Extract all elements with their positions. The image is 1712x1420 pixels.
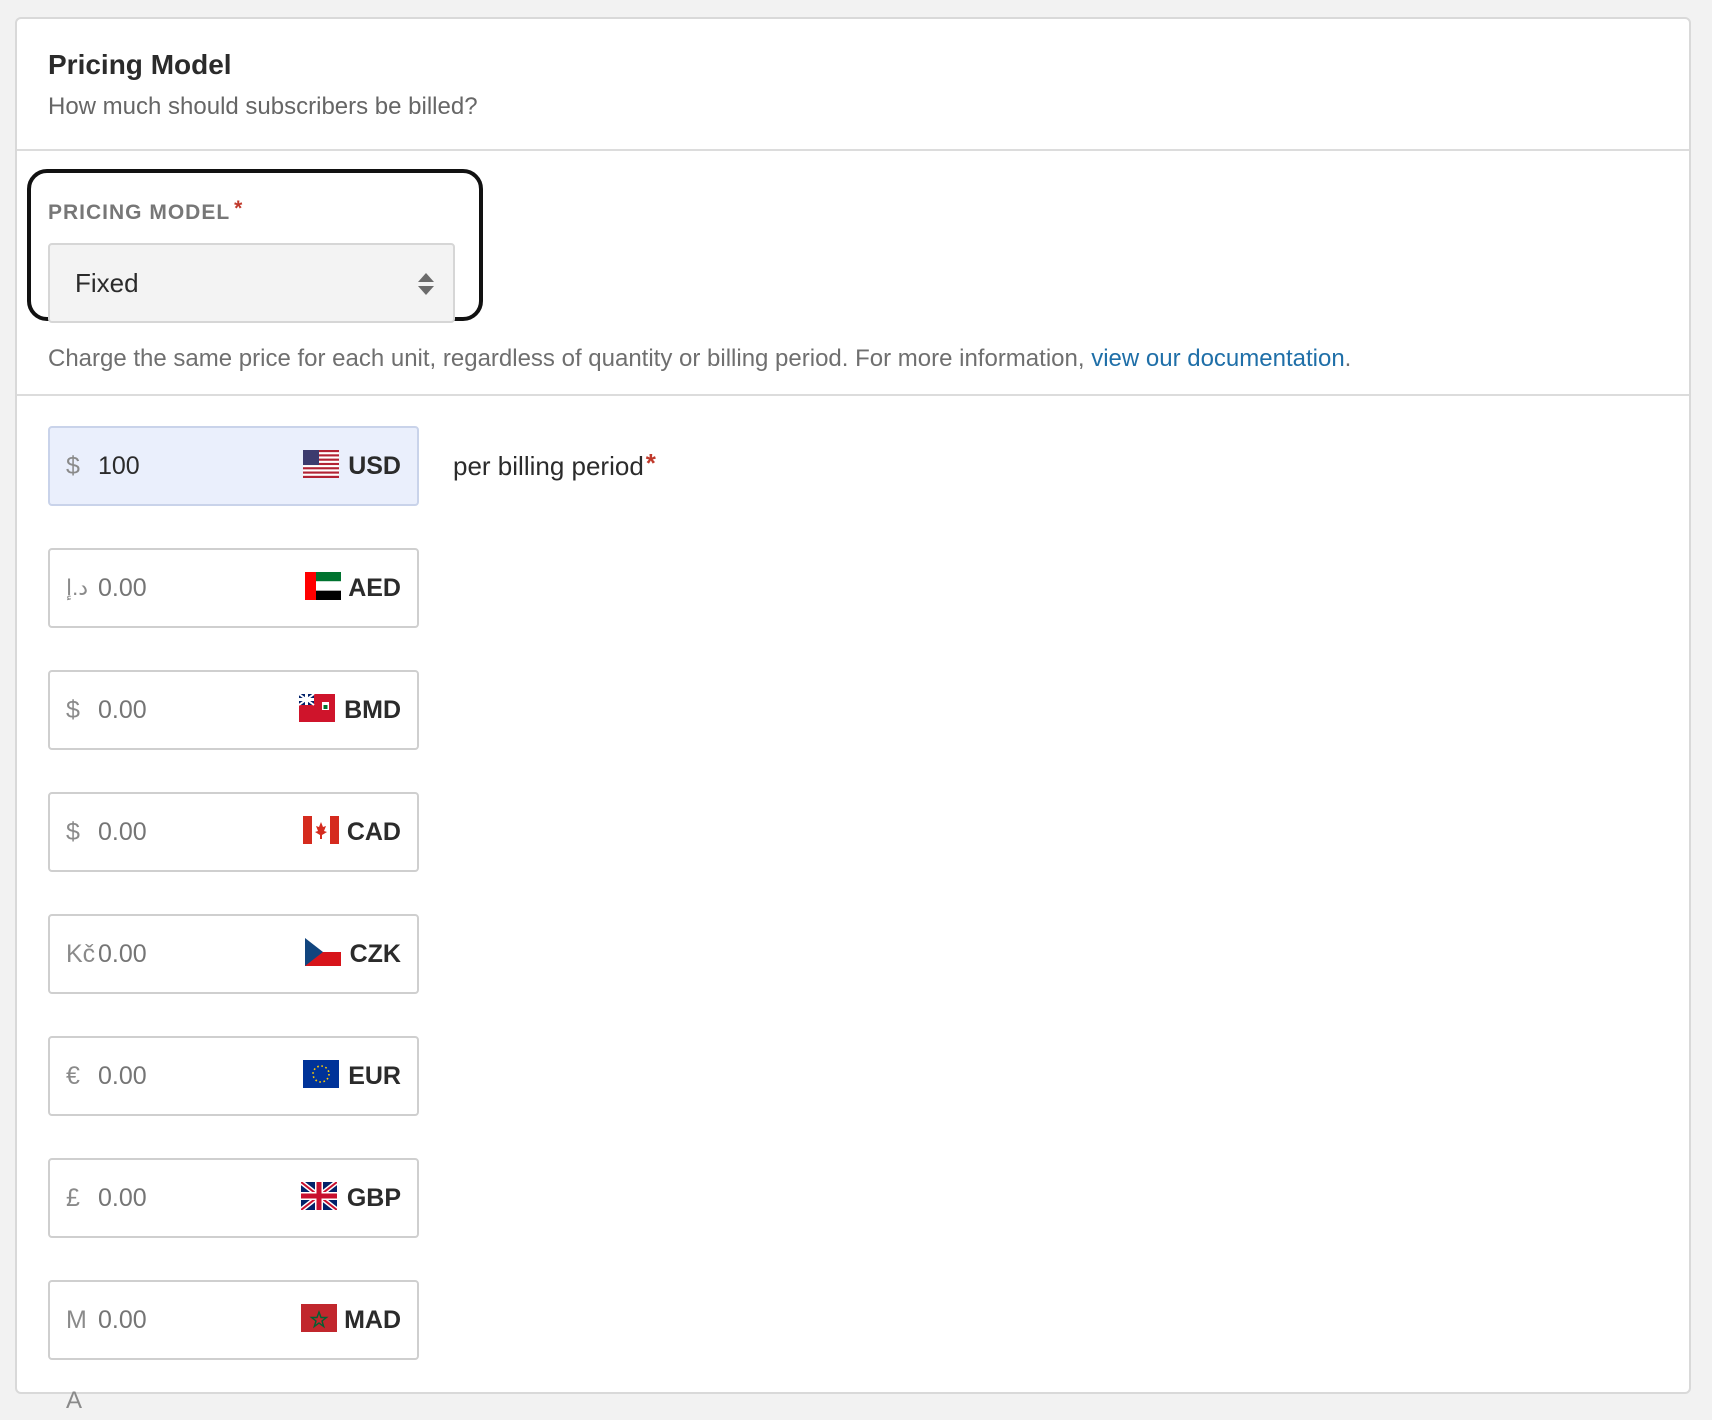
- price-input-bmd[interactable]: $ BMD: [48, 670, 419, 750]
- amount-field-czk[interactable]: [98, 936, 258, 972]
- ca-flag-icon: [303, 816, 339, 844]
- per-billing-period-label: per billing period*: [453, 448, 656, 482]
- price-input-usd[interactable]: $ USD: [48, 426, 419, 506]
- required-asterisk: *: [645, 448, 656, 478]
- documentation-link[interactable]: view our documentation: [1091, 345, 1344, 372]
- eu-flag-icon: [303, 1060, 339, 1088]
- period-label-text: per billing period: [453, 451, 644, 481]
- currency-code: EUR: [348, 1062, 401, 1090]
- cz-flag-icon: [305, 938, 341, 966]
- overflow-symbol-text: A: [66, 1387, 83, 1414]
- price-input-mad[interactable]: M MAD: [48, 1280, 419, 1360]
- card-header: Pricing Model How much should subscriber…: [17, 19, 1689, 151]
- amount-field-aed[interactable]: [98, 570, 258, 606]
- gb-flag-icon: [301, 1182, 337, 1210]
- price-input-cad[interactable]: $ CAD: [48, 792, 419, 872]
- select-updown-icon: [418, 273, 434, 295]
- currency-code: GBP: [346, 1184, 401, 1212]
- currency-symbol: $: [66, 452, 80, 480]
- currency-code: CZK: [349, 940, 401, 968]
- us-flag-icon: [303, 450, 339, 478]
- currency-code: MAD: [344, 1306, 401, 1334]
- ma-flag-icon: [301, 1304, 337, 1332]
- ae-flag-icon: [305, 572, 341, 600]
- pricing-model-label-text: PRICING MODEL: [48, 201, 231, 224]
- currency-symbol: $: [66, 818, 80, 846]
- required-asterisk: *: [234, 197, 244, 220]
- price-input-czk[interactable]: Kč CZK: [48, 914, 419, 994]
- price-input-eur[interactable]: € EUR: [48, 1036, 419, 1116]
- currency-symbol: £: [66, 1184, 80, 1212]
- currency-symbol: M: [66, 1306, 87, 1334]
- amount-field-gbp[interactable]: [98, 1180, 258, 1216]
- amount-field-bmd[interactable]: [98, 692, 258, 728]
- amount-field-cad[interactable]: [98, 814, 258, 850]
- card-subtitle: How much should subscribers be billed?: [48, 93, 478, 120]
- pricing-model-label: PRICING MODEL *: [48, 197, 244, 227]
- currency-code: CAD: [346, 818, 401, 846]
- price-input-gbp[interactable]: £ GBP: [48, 1158, 419, 1238]
- pricing-model-section: PRICING MODEL * Fixed Charge the same pri…: [17, 151, 1689, 396]
- pricing-model-help: Charge the same price for each unit, reg…: [48, 343, 1351, 375]
- help-text-end: .: [1344, 345, 1352, 372]
- currency-symbol: $: [66, 696, 80, 724]
- currency-code: USD: [348, 452, 401, 480]
- currency-code: BMD: [344, 696, 401, 724]
- amount-field-eur[interactable]: [98, 1058, 258, 1094]
- currency-code: AED: [348, 574, 401, 602]
- pricing-model-selected-value: Fixed: [75, 268, 139, 298]
- currency-symbol: Kč: [66, 940, 96, 968]
- help-text: Charge the same price for each unit, reg…: [48, 345, 1085, 372]
- pricing-model-card: Pricing Model How much should subscriber…: [15, 17, 1691, 1394]
- amount-field-usd[interactable]: [98, 448, 258, 484]
- bm-flag-icon: [299, 694, 335, 722]
- price-input-aed[interactable]: د.إ AED: [48, 548, 419, 628]
- card-title: Pricing Model: [48, 49, 232, 80]
- currency-symbol: د.إ: [66, 575, 89, 600]
- amount-field-mad[interactable]: [98, 1302, 258, 1338]
- currency-symbol: €: [66, 1062, 80, 1090]
- pricing-model-select[interactable]: Fixed: [48, 243, 455, 323]
